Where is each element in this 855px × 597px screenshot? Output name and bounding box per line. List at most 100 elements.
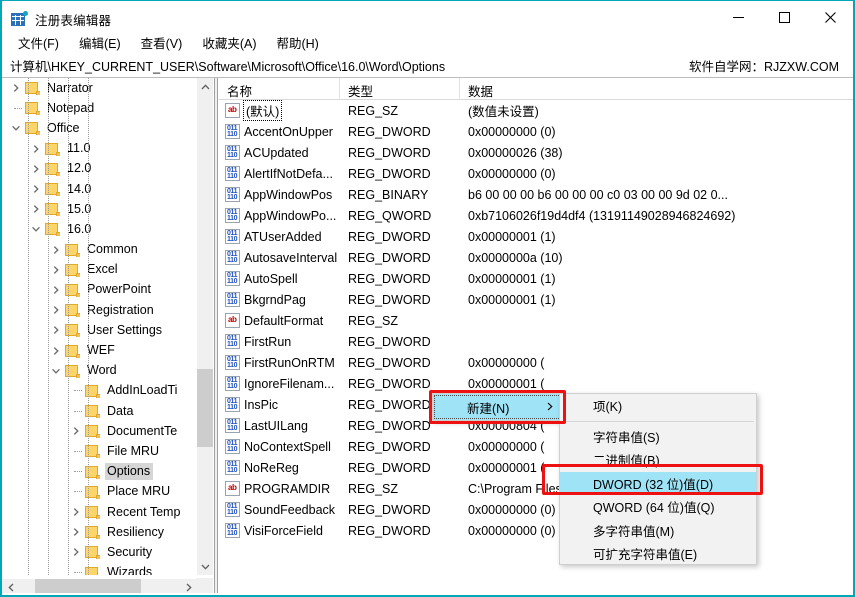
chevron-right-icon[interactable] bbox=[8, 78, 24, 98]
chevron-down-icon[interactable] bbox=[8, 118, 24, 138]
tree-item-powerpoint[interactable]: PowerPoint bbox=[2, 280, 197, 300]
chevron-right-icon[interactable] bbox=[48, 260, 64, 280]
close-button[interactable] bbox=[807, 1, 853, 33]
table-row[interactable]: 011110AccentOnUpperREG_DWORD0x00000000 (… bbox=[219, 121, 853, 142]
submenu-item-0[interactable]: 项(K) bbox=[560, 394, 756, 418]
chevron-right-icon[interactable] bbox=[68, 421, 84, 441]
table-row[interactable]: 011110BkgrndPagREG_DWORD0x00000001 (1) bbox=[219, 289, 853, 310]
registry-value-list[interactable]: ab(默认)REG_SZ(数值未设置)011110AccentOnUpperRE… bbox=[219, 100, 853, 595]
tree-item-word[interactable]: Word bbox=[2, 361, 197, 381]
scroll-up-icon[interactable] bbox=[197, 78, 214, 95]
submenu-item-2[interactable]: 二进制值(B) bbox=[560, 448, 756, 472]
table-row[interactable]: 011110FirstRunOnRTMREG_DWORD0x00000000 ( bbox=[219, 352, 853, 373]
tree-item-common[interactable]: Common bbox=[2, 240, 197, 260]
value-type: REG_DWORD bbox=[348, 524, 468, 538]
tree-item-excel[interactable]: Excel bbox=[2, 260, 197, 280]
tree-item-16-0[interactable]: 16.0 bbox=[2, 219, 197, 239]
table-row[interactable]: 011110VisiForceFieldREG_DWORD0x00000000 … bbox=[219, 520, 853, 541]
table-row[interactable]: abPROGRAMDIRREG_SZC:\Program Files (x86)… bbox=[219, 478, 853, 499]
table-row[interactable]: 011110AppWindowPo...REG_QWORD0xb7106026f… bbox=[219, 205, 853, 226]
tree-vertical-scrollbar[interactable] bbox=[196, 78, 213, 575]
chevron-right-icon[interactable] bbox=[28, 179, 44, 199]
table-row[interactable]: 011110AppWindowPosREG_BINARYb6 00 00 00 … bbox=[219, 184, 853, 205]
chevron-down-icon[interactable] bbox=[28, 219, 44, 239]
tree-item-wef[interactable]: WEF bbox=[2, 340, 197, 360]
chevron-right-icon[interactable] bbox=[28, 199, 44, 219]
folder-icon bbox=[84, 505, 100, 519]
minimize-button[interactable] bbox=[715, 1, 761, 33]
tree-item-15-0[interactable]: 15.0 bbox=[2, 199, 197, 219]
window-controls bbox=[715, 1, 853, 33]
tree-item-registration[interactable]: Registration bbox=[2, 300, 197, 320]
registry-tree[interactable]: NarratorNotepadOffice11.012.014.015.016.… bbox=[2, 78, 197, 575]
tree-item-office[interactable]: Office bbox=[2, 118, 197, 138]
chevron-right-icon[interactable] bbox=[68, 522, 84, 542]
menu-help[interactable]: 帮助(H) bbox=[266, 31, 328, 55]
table-row[interactable]: 011110AlertIfNotDefa...REG_DWORD0x000000… bbox=[219, 163, 853, 184]
submenu-item-1[interactable]: 字符串值(S) bbox=[560, 425, 756, 449]
chevron-right-icon[interactable] bbox=[28, 139, 44, 159]
tree-item-security[interactable]: Security bbox=[2, 542, 197, 562]
submenu-item-4[interactable]: QWORD (64 位)值(Q) bbox=[560, 495, 756, 519]
table-row[interactable]: 011110AutosaveIntervalREG_DWORD0x0000000… bbox=[219, 247, 853, 268]
menu-view[interactable]: 查看(V) bbox=[131, 31, 193, 55]
submenu-item-5[interactable]: 多字符串值(M) bbox=[560, 519, 756, 543]
tree-item-wizards[interactable]: Wizards bbox=[2, 563, 197, 576]
chevron-right-icon[interactable] bbox=[48, 280, 64, 300]
column-header-type[interactable]: 类型 bbox=[340, 78, 460, 100]
context-menu[interactable]: 新建(N) bbox=[432, 393, 563, 421]
tree-item-addinloadti[interactable]: AddInLoadTi bbox=[2, 381, 197, 401]
tree-item-options[interactable]: Options bbox=[2, 462, 197, 482]
table-row[interactable]: 011110SoundFeedbackREG_DWORD0x00000000 (… bbox=[219, 499, 853, 520]
menu-file[interactable]: 文件(F) bbox=[8, 31, 69, 55]
chevron-right-icon[interactable] bbox=[48, 320, 64, 340]
tree-item-recent-temp[interactable]: Recent Temp bbox=[2, 502, 197, 522]
table-row[interactable]: 011110NoReRegREG_DWORD0x00000001 ( bbox=[219, 457, 853, 478]
chevron-right-icon[interactable] bbox=[48, 341, 64, 361]
column-header-name[interactable]: 名称 bbox=[219, 78, 340, 100]
tree-item-file-mru[interactable]: File MRU bbox=[2, 441, 197, 461]
chevron-right-icon[interactable] bbox=[48, 300, 64, 320]
new-submenu[interactable]: 项(K) 字符串值(S)二进制值(B)DWORD (32 位)值(D)QWORD … bbox=[559, 393, 757, 565]
chevron-down-icon[interactable] bbox=[48, 361, 64, 381]
chevron-right-icon[interactable] bbox=[68, 502, 84, 522]
address-bar[interactable]: 计算机\HKEY_CURRENT_USER\Software\Microsoft… bbox=[2, 53, 853, 78]
menu-favorites[interactable]: 收藏夹(A) bbox=[192, 31, 266, 55]
binary-value-icon: 011110 bbox=[225, 460, 240, 475]
table-row[interactable]: 011110IgnoreFilenam...REG_DWORD0x0000000… bbox=[219, 373, 853, 394]
tree-item-resiliency[interactable]: Resiliency bbox=[2, 522, 197, 542]
chevron-right-icon[interactable] bbox=[48, 240, 64, 260]
tree-item-user-settings[interactable]: User Settings bbox=[2, 320, 197, 340]
tree-item-14-0[interactable]: 14.0 bbox=[2, 179, 197, 199]
tree-item-11-0[interactable]: 11.0 bbox=[2, 139, 197, 159]
table-row[interactable]: 011110AutoSpellREG_DWORD0x00000001 (1) bbox=[219, 268, 853, 289]
column-header-data[interactable]: 数据 bbox=[460, 78, 853, 100]
scroll-down-icon[interactable] bbox=[197, 558, 214, 575]
tree-item-notepad[interactable]: Notepad bbox=[2, 98, 197, 118]
tree-item-place-mru[interactable]: Place MRU bbox=[2, 482, 197, 502]
table-row[interactable]: 011110ATUserAddedREG_DWORD0x00000001 (1) bbox=[219, 226, 853, 247]
value-name-cell: abDefaultFormat bbox=[219, 313, 348, 328]
tree-item-12-0[interactable]: 12.0 bbox=[2, 159, 197, 179]
tree-item-narrator[interactable]: Narrator bbox=[2, 78, 197, 98]
value-name: IgnoreFilenam... bbox=[244, 377, 334, 391]
menu-edit[interactable]: 编辑(E) bbox=[69, 31, 131, 55]
tree-item-documentte[interactable]: DocumentTe bbox=[2, 421, 197, 441]
table-row[interactable]: 011110FirstRunREG_DWORD bbox=[219, 331, 853, 352]
submenu-item-3[interactable]: DWORD (32 位)值(D) bbox=[560, 472, 756, 496]
table-row[interactable]: abDefaultFormatREG_SZ bbox=[219, 310, 853, 331]
table-row[interactable]: 011110NoContextSpellREG_DWORD0x00000000 … bbox=[219, 436, 853, 457]
chevron-right-icon[interactable] bbox=[68, 542, 84, 562]
tree-scroll-thumb[interactable] bbox=[197, 369, 214, 447]
pane-splitter[interactable] bbox=[214, 78, 218, 595]
chevron-right-icon[interactable] bbox=[28, 159, 44, 179]
binary-value-icon: 011110 bbox=[225, 208, 240, 223]
context-menu-item-new[interactable]: 新建(N) bbox=[433, 394, 562, 420]
table-row[interactable]: 011110ACUpdatedREG_DWORD0x00000026 (38) bbox=[219, 142, 853, 163]
maximize-button[interactable] bbox=[761, 1, 807, 33]
table-row[interactable]: ab(默认)REG_SZ(数值未设置) bbox=[219, 100, 853, 121]
value-type: REG_DWORD bbox=[348, 461, 468, 475]
submenu-item-6[interactable]: 可扩充字符串值(E) bbox=[560, 542, 756, 566]
tree-item-data[interactable]: Data bbox=[2, 401, 197, 421]
window-title: 注册表编辑器 bbox=[35, 10, 111, 29]
